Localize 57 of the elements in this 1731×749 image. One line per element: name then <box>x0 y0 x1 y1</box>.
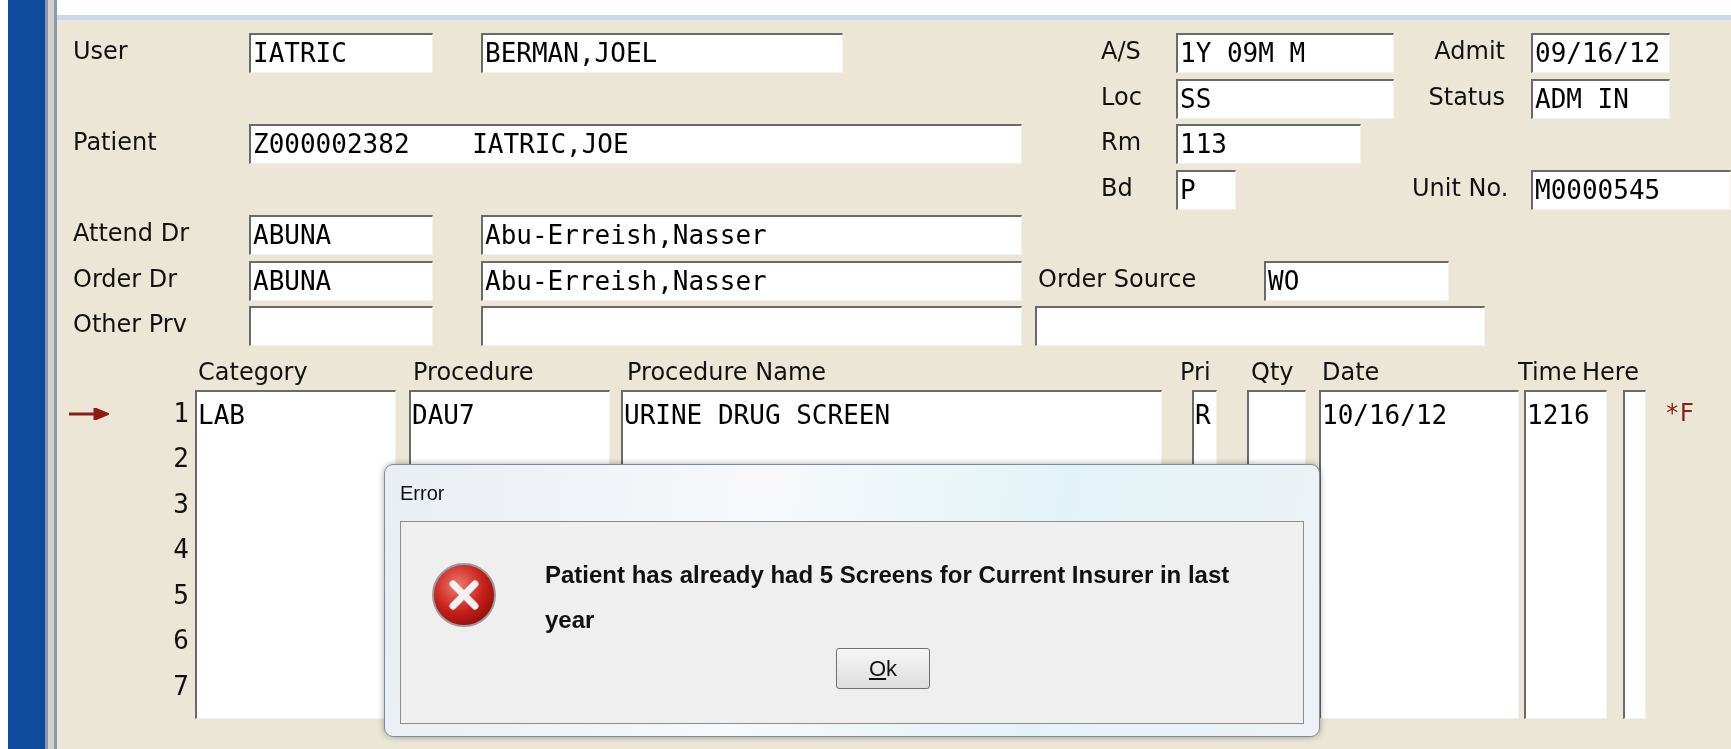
input-field[interactable]: 113 <box>1176 124 1361 164</box>
column-header: Qty <box>1251 356 1295 388</box>
table-cell: URINE DRUG SCREEN <box>623 399 891 430</box>
input-field[interactable]: M0000545 <box>1531 169 1731 210</box>
row-number: 5 <box>173 579 190 610</box>
table-cell: R <box>1194 399 1211 430</box>
ok-button[interactable]: Ok <box>836 648 930 689</box>
column-header: Category <box>198 356 309 388</box>
table-cell: 10/16/12 <box>1321 399 1448 430</box>
input-field[interactable]: 09/16/12 <box>1531 33 1670 73</box>
field-label: Attend Dr <box>73 218 190 249</box>
input-field[interactable]: P <box>1176 169 1236 210</box>
flag-text: *F <box>1665 397 1694 428</box>
column-header: Date <box>1322 356 1381 388</box>
column-header: Procedure Name <box>627 356 828 388</box>
input-field[interactable] <box>1035 306 1485 346</box>
column-header: Pri <box>1180 356 1212 388</box>
row-number: 3 <box>173 488 190 519</box>
column-header: Time <box>1518 356 1578 388</box>
input-field[interactable]: ABUNA <box>249 260 433 301</box>
error-message: Patient has already had 5 Screens for Current Insurer in last year <box>545 560 1231 635</box>
error-icon <box>431 562 497 628</box>
field-label: Other Prv <box>73 309 188 340</box>
row-number: 6 <box>173 625 190 655</box>
input-field[interactable] <box>481 306 1022 346</box>
input-field[interactable]: WO <box>1264 260 1449 301</box>
input-field[interactable]: Z000002382 IATRIC,JOE <box>249 124 1022 164</box>
field-label: Order Source <box>1038 263 1198 295</box>
table-cell: LAB <box>197 399 245 430</box>
table-cell: DAU7 <box>411 399 475 430</box>
dialog-title: Error <box>400 481 445 506</box>
column-header: Procedure <box>413 356 535 388</box>
field-label: Loc <box>1101 81 1143 113</box>
field-label: Patient <box>73 127 158 158</box>
row-number: 2 <box>173 443 190 473</box>
field-label: Rm <box>1101 127 1143 158</box>
input-field[interactable]: SS <box>1176 78 1394 119</box>
field-label: Status <box>1427 81 1506 113</box>
field-label: User <box>73 36 129 67</box>
field-label: A/S <box>1101 36 1142 67</box>
input-field[interactable]: ABUNA <box>249 215 433 255</box>
field-label: Order Dr <box>73 263 179 295</box>
input-field[interactable]: IATRIC <box>249 33 433 73</box>
input-field[interactable]: ADM IN <box>1531 78 1670 119</box>
input-field[interactable]: Abu-Erreish,Nasser <box>481 260 1022 301</box>
column-header: Here <box>1582 356 1640 388</box>
row-number: 7 <box>173 670 190 701</box>
input-field[interactable]: Abu-Erreish,Nasser <box>481 215 1022 255</box>
input-field[interactable]: 1Y 09M M <box>1176 33 1394 73</box>
field-label: Unit No. <box>1412 172 1510 204</box>
row-number: 4 <box>173 534 190 564</box>
field-label: Admit <box>1433 36 1506 67</box>
input-field[interactable]: BERMAN,JOEL <box>481 33 843 73</box>
table-cell: 1216 <box>1526 399 1590 430</box>
field-label: Bd <box>1101 172 1134 204</box>
row-number: 1 <box>173 397 190 428</box>
input-field[interactable] <box>249 306 433 346</box>
